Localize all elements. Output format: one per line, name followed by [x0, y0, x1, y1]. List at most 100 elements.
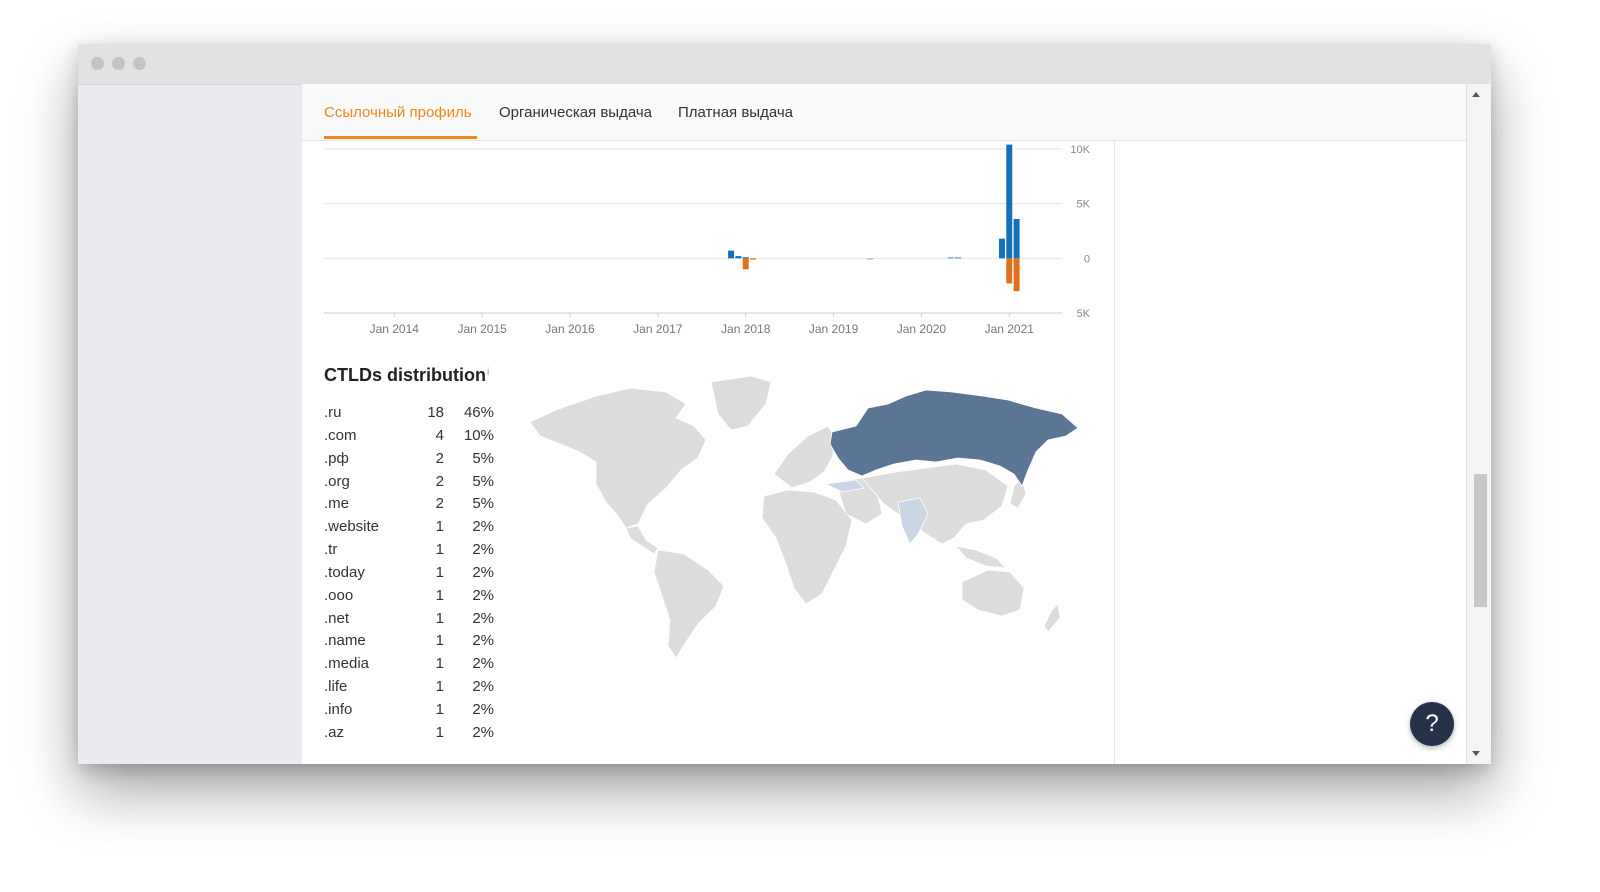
minimize-window-dot[interactable] [112, 57, 125, 70]
tld-percent: 2% [472, 563, 494, 581]
tld-percent: 2% [472, 678, 494, 696]
chart-bar [1006, 258, 1013, 284]
chart-bar [1013, 258, 1020, 292]
tld-name: .name [324, 632, 366, 650]
chart-bar [867, 258, 874, 260]
tab-bar: Ссылочный профиль Органическая выдача Пл… [302, 84, 1466, 141]
tld-name: .рф [324, 449, 349, 467]
tab-link-profile[interactable]: Ссылочный профиль [324, 104, 472, 121]
tld-name: .tr [324, 541, 338, 559]
x-tick-label: Jan 2016 [545, 322, 595, 336]
tld-percent: 2% [472, 541, 494, 559]
tld-name: .info [324, 700, 353, 718]
tld-count: 1 [435, 518, 444, 536]
world-map [529, 375, 1079, 659]
map-north-america[interactable] [529, 387, 707, 529]
tld-name: .media [324, 655, 370, 673]
tld-name: .ru [324, 404, 342, 421]
scroll-down-arrow[interactable] [1472, 751, 1480, 756]
tld-percent: 10% [463, 426, 494, 444]
tld-count: 1 [435, 563, 444, 581]
scrollbar[interactable] [1466, 84, 1491, 764]
close-window-dot[interactable] [91, 57, 104, 70]
x-tick-label: Jan 2015 [457, 322, 507, 336]
tld-count: 1 [435, 609, 444, 627]
map-australia[interactable] [961, 569, 1025, 617]
tab-organic[interactable]: Органическая выдача [499, 104, 652, 121]
scroll-thumb[interactable] [1474, 474, 1487, 607]
chart-bar [742, 258, 749, 270]
y-tick-label: 0 [1084, 253, 1090, 265]
tld-name: .today [324, 563, 365, 581]
tld-name: .life [324, 678, 348, 696]
y-tick-label: 10K [1070, 144, 1090, 156]
chart-bar [750, 258, 757, 260]
tld-count: 18 [427, 404, 444, 421]
tld-percent: 5% [472, 449, 494, 467]
tld-name: .me [324, 495, 350, 513]
map-southeast-asia[interactable] [954, 545, 1008, 569]
help-button[interactable]: ? [1410, 702, 1454, 746]
x-tick-label: Jan 2017 [633, 322, 683, 336]
tld-count: 1 [435, 541, 444, 559]
tld-name: .az [324, 723, 345, 741]
tld-percent: 2% [472, 609, 494, 627]
chart-bar [728, 250, 735, 259]
tld-percent: 46% [463, 404, 494, 421]
map-greenland[interactable] [710, 375, 772, 431]
map-south-america[interactable] [653, 549, 725, 659]
map-central-america[interactable] [625, 525, 659, 555]
tld-count: 2 [435, 449, 444, 467]
map-europe[interactable] [773, 425, 837, 489]
active-tab-indicator [324, 136, 477, 139]
title-bar [78, 44, 1491, 85]
x-tick-label: Jan 2020 [897, 322, 947, 336]
tld-percent: 5% [472, 472, 494, 490]
info-icon[interactable]: i [487, 367, 489, 378]
tld-percent: 2% [472, 518, 494, 536]
chart-bar [947, 257, 954, 259]
tld-percent: 2% [472, 586, 494, 604]
tld-count: 2 [435, 495, 444, 513]
tld-name: .website [324, 518, 380, 536]
y-tick-label: 5K [1077, 308, 1091, 320]
chart-bar [955, 257, 962, 259]
tld-percent: 2% [472, 700, 494, 718]
tld-percent: 5% [472, 495, 494, 513]
main-content: Ссылочный профиль Органическая выдача Пл… [302, 84, 1466, 764]
x-tick-label: Jan 2018 [721, 322, 771, 336]
ctld-title: CTLDs distribution [324, 365, 486, 385]
map-india[interactable] [897, 497, 929, 545]
browser-window: Ссылочный профиль Органическая выдача Пл… [78, 44, 1491, 764]
tld-percent: 2% [472, 723, 494, 741]
tld-count: 1 [435, 678, 444, 696]
tab-paid[interactable]: Платная выдача [678, 104, 793, 121]
x-tick-label: Jan 2014 [370, 322, 420, 336]
tld-count: 1 [435, 655, 444, 673]
scroll-up-arrow[interactable] [1472, 92, 1480, 97]
maximize-window-dot[interactable] [133, 57, 146, 70]
tld-count: 1 [435, 723, 444, 741]
map-asia[interactable] [861, 463, 1009, 545]
chart-bar [742, 257, 749, 259]
chart-bar [998, 238, 1005, 259]
backlinks-chart: 10K 5K 0 5K Jan 2014 Jan 2015 Jan 2016 Jan 2017… [324, 144, 1091, 336]
tld-count: 1 [435, 632, 444, 650]
map-new-zealand[interactable] [1043, 603, 1061, 633]
x-tick-label: Jan 2021 [985, 322, 1035, 336]
tld-percent: 2% [472, 655, 494, 673]
y-tick-label: 5K [1077, 199, 1091, 211]
tld-count: 1 [435, 586, 444, 604]
map-africa[interactable] [761, 489, 853, 605]
x-tick-label: Jan 2019 [809, 322, 859, 336]
tld-count: 1 [435, 700, 444, 718]
tld-name: .net [324, 609, 350, 627]
tld-count: 4 [435, 426, 444, 444]
chart-bar [735, 256, 742, 259]
tld-name: .com [324, 426, 357, 444]
chart-bar [1013, 218, 1020, 259]
tld-count: 2 [435, 472, 444, 490]
chart-bar [1006, 144, 1013, 259]
tld-name: .org [324, 472, 350, 490]
tld-percent: 2% [472, 632, 494, 650]
